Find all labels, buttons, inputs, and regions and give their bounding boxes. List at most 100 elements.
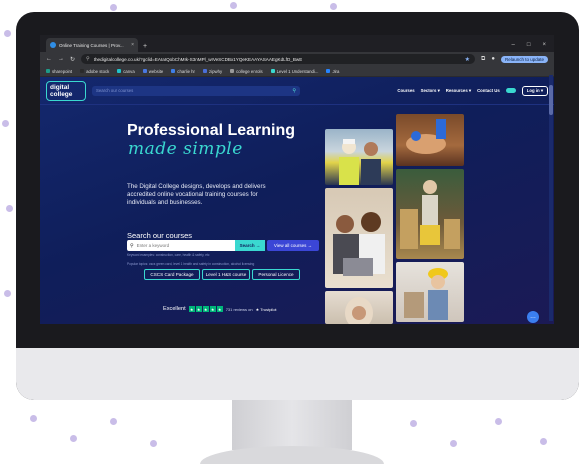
trustpilot-review-count: 731 reviews on	[225, 306, 253, 312]
tab-title: Online Training Courses | Prov...	[59, 42, 124, 48]
chat-widget-icon[interactable]: …	[527, 311, 539, 323]
nav-courses[interactable]: Courses	[397, 88, 414, 93]
nav-resources[interactable]: Resources ▾	[446, 88, 471, 94]
course-search-placeholder: Enter a keyword	[136, 243, 170, 248]
background-dot	[540, 438, 547, 445]
bookmark-item[interactable]: Jira	[326, 69, 339, 74]
logo-text: college	[50, 90, 73, 98]
bookmark-label: sharepoint	[52, 68, 73, 74]
background-dot	[230, 2, 237, 9]
star-icon: ★	[209, 306, 216, 312]
view-all-courses-button[interactable]: View all courses →	[267, 240, 319, 251]
search-icon[interactable]: ⚲	[292, 88, 296, 94]
site-header: digital college Search our courses ⚲ Cou…	[40, 77, 554, 105]
hero-tagline: made simple	[128, 139, 243, 159]
photo-chef-cooking	[396, 114, 464, 166]
site-info-icon[interactable]: ⚲	[86, 56, 90, 62]
bookmark-favicon-icon	[270, 69, 275, 73]
maximize-icon[interactable]: □	[527, 42, 531, 48]
monitor-base	[200, 446, 384, 464]
site-search-input[interactable]: Search our courses ⚲	[92, 85, 300, 96]
bookmark-item[interactable]: charlie hr	[171, 69, 195, 74]
background-dot	[110, 4, 117, 11]
background-dot	[450, 440, 457, 447]
hijab-woman-image	[345, 297, 373, 324]
reload-icon[interactable]: ↻	[70, 56, 75, 63]
course-search-title: Search our courses	[127, 231, 193, 240]
bookmark-item[interactable]: adobe stock	[80, 69, 109, 74]
chip-personal-licence[interactable]: Personal Licence	[252, 269, 300, 280]
site-search-placeholder: Search our courses	[96, 88, 134, 93]
login-button[interactable]: Log in ▾	[521, 85, 548, 96]
trustpilot-rating-text: Excellent	[163, 306, 186, 312]
bookmark-label: Level 1 Understandi...	[276, 68, 319, 74]
bookmark-favicon-icon	[117, 69, 122, 73]
site-logo[interactable]: digital college	[46, 80, 86, 101]
photo-construction-workers	[325, 129, 393, 185]
background-dot	[2, 120, 9, 127]
bookmark-item[interactable]: website	[142, 69, 163, 74]
child-builder-image	[404, 268, 448, 320]
url-text: thedigitalcollege.co.uk/?gclid=EAIaIQobC…	[93, 56, 303, 62]
trustpilot-brand: ★ Trustpilot	[255, 306, 277, 312]
profile-icon[interactable]: ●	[491, 56, 495, 62]
extensions-icon[interactable]: ⧉	[481, 56, 485, 63]
relaunch-button[interactable]: Relaunch to update	[500, 55, 548, 63]
bookmark-label: Jira	[332, 68, 340, 74]
close-window-icon[interactable]: ×	[542, 42, 546, 48]
bookmark-label: charlie hr	[177, 68, 195, 74]
hero-title: Professional Learning	[127, 122, 296, 139]
star-icon: ★	[188, 306, 195, 312]
browser-window: Online Training Courses | Prov... × + – …	[40, 35, 554, 324]
search-button[interactable]: Search →	[235, 240, 265, 251]
background-dot	[495, 418, 502, 425]
warehouse-worker-image	[400, 180, 460, 249]
back-icon[interactable]: ←	[46, 56, 52, 62]
bookmark-favicon-icon	[171, 69, 176, 73]
star-icon: ★	[202, 306, 209, 312]
bookmarks-bar: sharepoint adobe stock canva website charlie…	[40, 66, 554, 77]
monitor-chin	[16, 348, 579, 400]
bookmark-label: college enrols	[236, 68, 263, 74]
logo-text: digital	[50, 83, 70, 91]
minimize-icon[interactable]: –	[512, 42, 515, 48]
bookmark-star-icon[interactable]: ★	[465, 56, 470, 63]
trustpilot-widget[interactable]: Excellent ★ ★ ★ ★ ★ 731 reviews on ★ Trustpi…	[163, 306, 277, 312]
photo-students-laptop	[325, 188, 393, 288]
popular-topics: Popular topics: cscs green card, level 1…	[127, 262, 255, 266]
search-icon: ⚲	[130, 242, 134, 249]
theme-toggle[interactable]	[505, 88, 516, 93]
star-icon: ★	[216, 306, 223, 312]
bookmark-item[interactable]: Level 1 Understandi...	[270, 68, 319, 74]
monitor-stand	[232, 400, 352, 450]
scrollbar-thumb[interactable]	[549, 85, 553, 115]
browser-tab[interactable]: Online Training Courses | Prov... ×	[46, 38, 138, 52]
favicon-icon	[50, 42, 56, 48]
toolbar: ← → ↻ ⚲ thedigitalcollege.co.uk/?gclid=E…	[40, 52, 554, 66]
close-tab-icon[interactable]: ×	[131, 42, 134, 48]
bookmark-item[interactable]: canva	[117, 69, 135, 74]
nav-sectors[interactable]: Sectors ▾	[421, 88, 440, 94]
background-dot	[4, 30, 11, 37]
nav-contact[interactable]: Contact Us	[477, 88, 500, 93]
bookmark-item[interactable]: college enrols	[230, 69, 263, 74]
website-page: digital college Search our courses ⚲ Cou…	[40, 77, 554, 324]
background-dot	[30, 415, 37, 422]
bookmark-item[interactable]: zipwhy	[202, 69, 222, 74]
bookmark-favicon-icon	[46, 69, 50, 73]
window-controls: – □ ×	[504, 42, 554, 52]
background-dot	[150, 440, 157, 447]
bookmark-item[interactable]: sharepoint	[46, 69, 72, 74]
chip-level1-hs[interactable]: Level 1 H&S course	[202, 269, 250, 280]
chip-cscs-card[interactable]: CSCS Card Package	[144, 269, 200, 280]
address-bar[interactable]: ⚲ thedigitalcollege.co.uk/?gclid=EAIaIQo…	[81, 54, 476, 64]
background-dot	[410, 420, 417, 427]
hero-description: The Digital College designs, develops an…	[127, 183, 266, 206]
new-tab-button[interactable]: +	[138, 43, 152, 52]
tab-strip: Online Training Courses | Prov... × + – …	[40, 35, 554, 52]
forward-icon[interactable]: →	[58, 56, 64, 62]
photo-child-builder	[396, 262, 464, 322]
bookmark-favicon-icon	[326, 69, 331, 73]
background-dot	[110, 418, 117, 425]
course-search-input[interactable]: ⚲ Enter a keyword	[127, 240, 235, 251]
